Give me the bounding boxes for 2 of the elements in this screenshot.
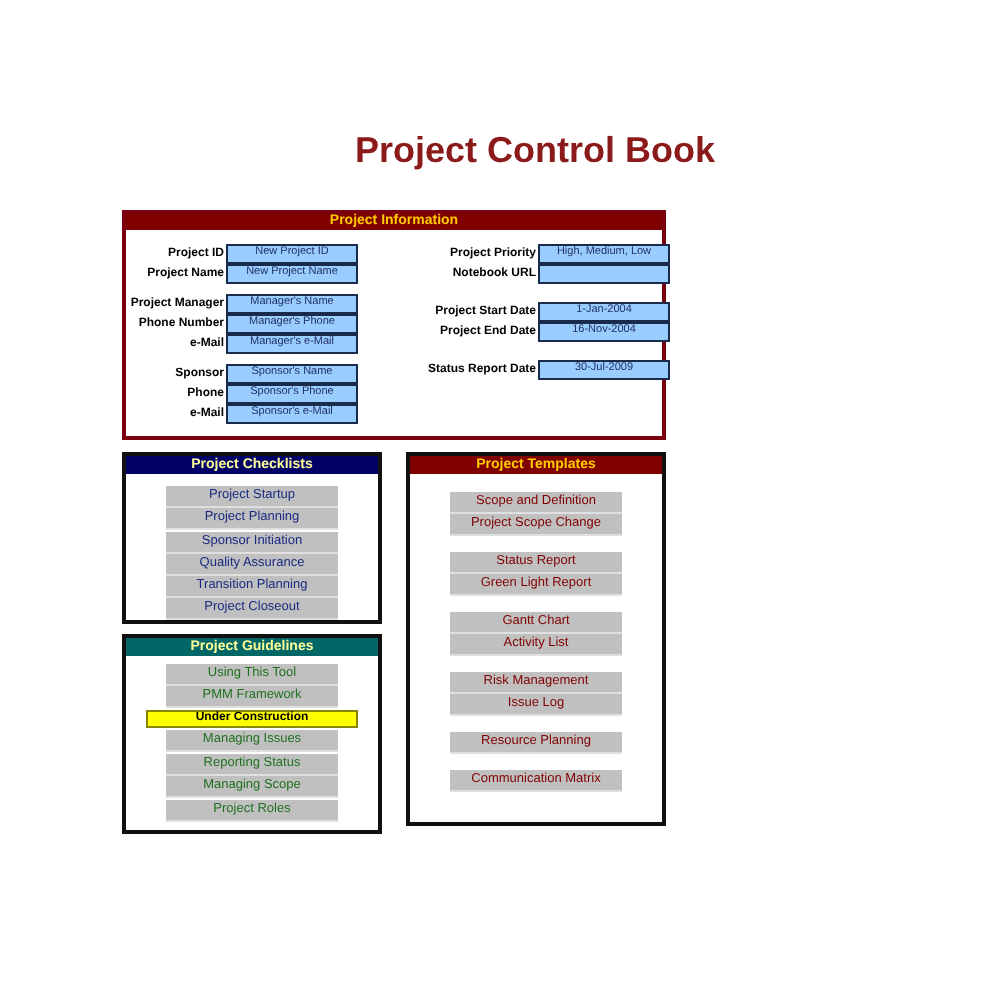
input-field[interactable] (538, 264, 670, 284)
page-title: Project Control Book (354, 132, 715, 168)
